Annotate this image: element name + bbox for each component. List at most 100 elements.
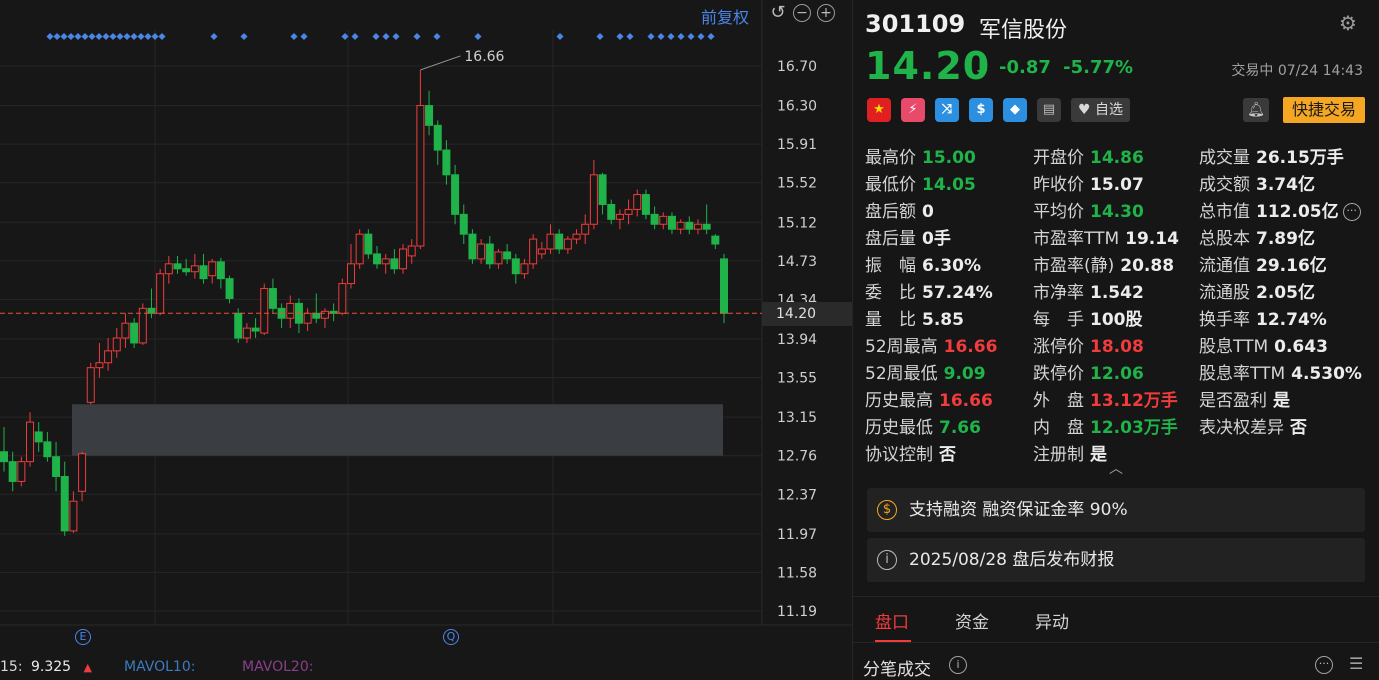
stat-label: 历史最低 <box>865 418 933 438</box>
signal-diamond <box>657 32 665 41</box>
signal-diamond <box>151 32 159 41</box>
undo-icon[interactable]: ↺ <box>769 4 787 22</box>
candle-body <box>338 283 347 314</box>
stat-value: 12.03万手 <box>1090 418 1178 438</box>
candle-body <box>572 233 581 240</box>
signal-diamond <box>60 32 68 41</box>
margin-notice[interactable]: $ 支持融资 融资保证金率 90% <box>867 488 1365 532</box>
stat-col3-7: 股息TTM 0.643 <box>1199 332 1328 357</box>
mavol10-label: MAVOL10: <box>124 659 196 675</box>
stat-label: 注册制 <box>1033 445 1084 465</box>
candle-body <box>537 248 546 255</box>
y-tick-label: 11.19 <box>777 604 817 620</box>
stat-col1-11: 协议控制否 <box>865 440 956 465</box>
stat-col2-4: 市盈率(静) 20.88 <box>1033 251 1174 276</box>
candle-body <box>190 265 199 273</box>
signal-diamond <box>290 32 298 41</box>
candle-body <box>121 322 130 339</box>
stat-label: 流通股 <box>1199 283 1250 303</box>
signal-diamond <box>102 32 110 41</box>
signal-diamond <box>74 32 82 41</box>
stat-value: 19.14 <box>1125 229 1179 249</box>
zoom-out-icon[interactable]: − <box>793 4 811 22</box>
gear-icon[interactable]: ⚙ <box>1339 12 1361 34</box>
dollar-icon[interactable]: $ <box>969 98 993 122</box>
stat-value: 3.74亿 <box>1256 175 1315 195</box>
candle-body <box>598 174 607 205</box>
stat-col3-4: 流通值 29.16亿 <box>1199 251 1327 276</box>
stat-label: 平均价 <box>1033 202 1084 222</box>
stat-label: 成交量 <box>1199 148 1250 168</box>
adjust-mode-toggle[interactable]: 前复权 <box>701 4 749 28</box>
candle-body <box>251 327 260 332</box>
candle-body <box>286 302 295 319</box>
gap-zone <box>72 404 723 456</box>
stat-label: 52周最高 <box>865 337 938 357</box>
stat-value: 14.30 <box>1090 202 1144 222</box>
signal-diamond <box>626 32 634 41</box>
margin-flag-icon[interactable]: ⚡ <box>901 98 925 122</box>
tab-order-book[interactable]: 盘口 <box>875 608 909 633</box>
price-change: -0.87 <box>999 57 1051 78</box>
china-flag-icon[interactable]: ★ <box>867 98 891 122</box>
event-marker-e[interactable]: E <box>75 629 91 645</box>
signal-diamond <box>687 32 695 41</box>
document-icon[interactable]: ▤ <box>1037 98 1061 122</box>
tab-funds[interactable]: 资金 <box>955 608 989 633</box>
y-tick-label: 11.58 <box>777 565 817 581</box>
candle-body <box>529 238 538 265</box>
candle-body <box>477 243 486 260</box>
tag-icon[interactable]: ◆ <box>1003 98 1027 122</box>
stat-col2-5: 市净率 1.542 <box>1033 278 1144 303</box>
stat-label: 市盈率TTM <box>1033 229 1120 249</box>
candle-body <box>555 233 564 250</box>
signal-diamond <box>144 32 152 41</box>
stat-value: 16.66 <box>943 337 998 357</box>
candle-body <box>373 253 382 265</box>
shuffle-icon[interactable]: ⤨ <box>935 98 959 122</box>
candle-body <box>399 248 408 270</box>
candle-body <box>676 221 685 230</box>
zoom-in-icon[interactable]: + <box>817 4 835 22</box>
event-marker-q[interactable]: Q <box>443 629 459 645</box>
candlestick-canvas[interactable]: 16.7016.3015.9115.5215.1214.7314.3413.94… <box>0 0 852 680</box>
y-tick-label: 11.97 <box>777 527 817 543</box>
signal-diamond <box>210 32 218 41</box>
stat-label: 股息TTM <box>1199 337 1269 357</box>
more-icon[interactable]: ··· <box>1315 656 1333 674</box>
stat-label: 历史最高 <box>865 391 933 411</box>
stat-col1-3: 盘后量 0手 <box>865 224 951 249</box>
candle-body <box>563 238 572 250</box>
signal-diamond <box>667 32 675 41</box>
candle-body <box>130 322 139 344</box>
stat-col2-6: 每 手 100股 <box>1033 305 1143 330</box>
candle-body <box>312 312 321 319</box>
candle-body <box>581 223 590 235</box>
add-favorite-button[interactable]: ♥ 自选 <box>1071 98 1131 122</box>
stat-value: 7.89亿 <box>1256 229 1315 249</box>
stat-label: 跌停价 <box>1033 364 1084 384</box>
stat-label: 量 比 <box>865 310 916 330</box>
collapse-chevron-icon[interactable]: ︿ <box>1109 458 1123 478</box>
y-tick-label: 15.91 <box>777 137 817 153</box>
stat-value: 13.12万手 <box>1090 391 1178 411</box>
list-icon[interactable]: ☰ <box>1349 654 1363 673</box>
trade-status: 交易中 07/24 14:43 <box>1231 63 1363 79</box>
bell-icon[interactable]: 🔔︎ <box>1243 98 1269 122</box>
stat-label: 昨收价 <box>1033 175 1084 195</box>
signal-diamond <box>88 32 96 41</box>
earnings-notice[interactable]: i 2025/08/28 盘后发布财报 <box>867 538 1365 582</box>
kline-chart[interactable]: 16.70 16.30 15.91 15.52 15.12 14.73 14.34 13.94… <box>0 0 852 680</box>
more-icon[interactable]: ··· <box>1342 203 1361 221</box>
dollar-circle-icon: $ <box>877 500 897 520</box>
candle-body <box>104 350 113 364</box>
y-tick-label: 12.37 <box>777 487 817 503</box>
quick-trade-button[interactable]: 快捷交易 <box>1283 97 1365 123</box>
info-icon[interactable]: i <box>949 656 967 674</box>
stat-col1-2: 盘后额 0 <box>865 197 934 222</box>
candle-body <box>216 261 225 280</box>
tab-anomaly[interactable]: 异动 <box>1035 608 1069 633</box>
signal-diamond <box>67 32 75 41</box>
stat-value: 1.542 <box>1090 283 1144 303</box>
stat-label: 最低价 <box>865 175 916 195</box>
